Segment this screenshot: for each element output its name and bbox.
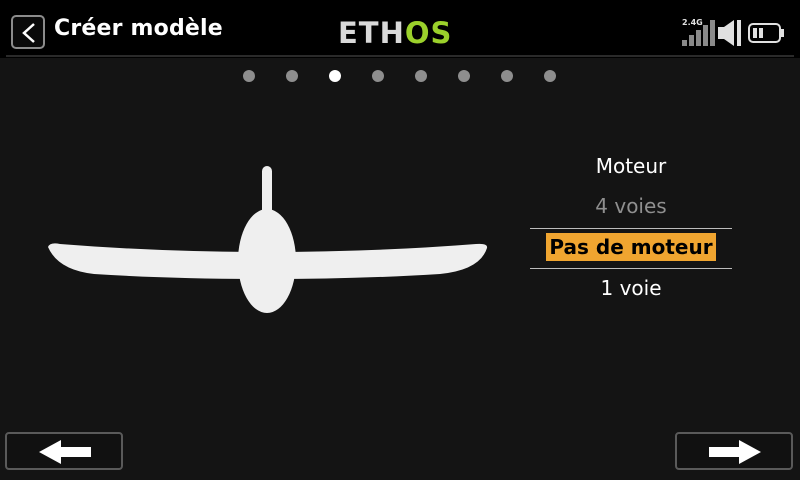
option-divider: [530, 268, 732, 269]
arrow-left-icon: [39, 440, 91, 464]
option-pas-de-moteur[interactable]: Pas de moteur: [530, 233, 732, 261]
option-4-voies[interactable]: 4 voies: [530, 194, 732, 218]
page-dot: [243, 70, 255, 82]
arrow-right-icon: [709, 440, 761, 464]
logo-part-eth: ETH: [338, 16, 405, 50]
option-divider: [530, 228, 732, 229]
header-divider: [6, 55, 794, 57]
page-dot: [286, 70, 298, 82]
page-dot: [372, 70, 384, 82]
top-bar: Créer modèle ETHOS 2.4G: [0, 0, 800, 58]
speaker-icon[interactable]: [718, 20, 744, 46]
status-area: 2.4G: [680, 14, 790, 50]
selected-option-label: Pas de moteur: [546, 233, 716, 261]
option-1-voie[interactable]: 1 voie: [530, 276, 732, 300]
page-title: Créer modèle: [54, 16, 223, 41]
back-button[interactable]: [11, 15, 45, 49]
page-dot: [415, 70, 427, 82]
page-dot: [458, 70, 470, 82]
next-button[interactable]: [675, 432, 793, 470]
page-dot: [544, 70, 556, 82]
page-dot-active: [329, 70, 341, 82]
previous-button[interactable]: [5, 432, 123, 470]
battery-icon: [748, 23, 784, 43]
logo-part-os: OS: [404, 16, 453, 50]
ethos-logo: ETHOS: [338, 16, 452, 50]
page-dot: [501, 70, 513, 82]
motor-heading: Moteur: [595, 154, 667, 178]
airplane-glider-icon: [48, 166, 488, 313]
chevron-left-icon: [22, 23, 35, 43]
